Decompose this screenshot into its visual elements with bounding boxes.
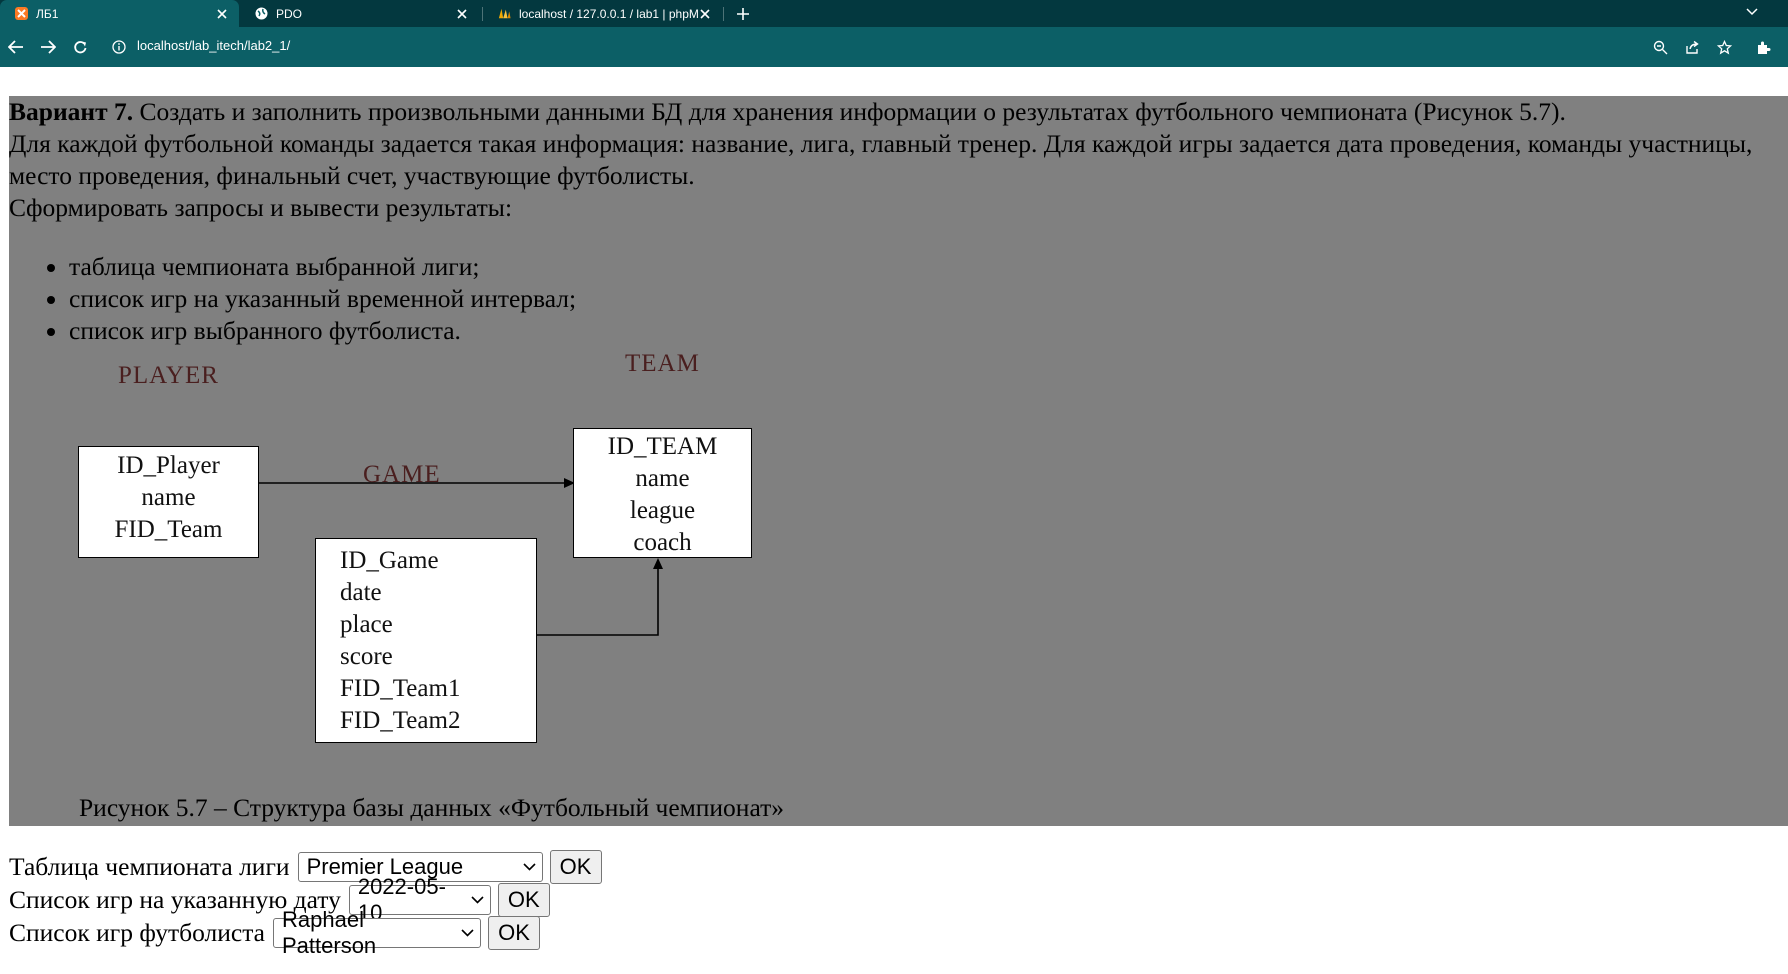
figure-caption: Рисунок 5.7 – Структура базы данных «Фут… (79, 793, 785, 822)
arrowhead-icon (653, 558, 663, 569)
entity-field: date (340, 579, 382, 606)
page-content: Вариант 7. Создать и заполнить произволь… (0, 67, 1788, 974)
player-form: Список игр футболиста Raphael Patterson … (9, 907, 540, 958)
tab-strip: ЛБ1 PDO localhost / 127.0.0.1 / lab1 | p… (0, 0, 1788, 27)
game-entity-box: ID_Game date place score FID_Team1 FID_T… (315, 538, 537, 743)
new-tab-button[interactable] (734, 5, 752, 23)
player-select[interactable]: Raphael Patterson (273, 907, 481, 958)
chevron-down-icon (453, 929, 474, 937)
tab-title: ЛБ1 (36, 6, 59, 21)
extensions-icon[interactable] (1754, 38, 1772, 56)
tab-pdo[interactable]: PDO (240, 0, 479, 27)
entity-field: FID_Team1 (340, 675, 461, 702)
player-label: Список игр футболиста (9, 918, 265, 947)
team-entity-box: ID_TEAM name league coach (573, 428, 752, 558)
chevron-down-icon (515, 863, 536, 871)
player-select-value: Raphael Patterson (282, 907, 377, 958)
tab-title: PDO (276, 6, 303, 21)
phpmyadmin-icon (498, 7, 511, 20)
entity-field: league (629, 497, 696, 524)
entity-field: ID_TEAM (607, 433, 718, 460)
close-icon[interactable] (215, 7, 229, 21)
league-label: Таблица чемпионата лиги (9, 852, 290, 881)
chevron-down-icon (463, 896, 484, 904)
league-ok-button[interactable]: OK (549, 850, 602, 884)
close-icon[interactable] (698, 7, 712, 21)
share-icon[interactable] (1683, 38, 1701, 56)
browser-toolbar: localhost/lab_itech/lab2_1/ (0, 27, 1788, 67)
entity-field: name (141, 484, 196, 511)
date-ok-button[interactable]: OK (497, 883, 550, 917)
entity-field: name (635, 465, 690, 492)
entity-field: place (340, 611, 393, 638)
entity-field: score (340, 643, 393, 670)
tab-lb1[interactable]: ЛБ1 (0, 0, 239, 27)
player-entity-box: ID_Player name FID_Team (78, 446, 259, 558)
tab-title: localhost / 127.0.0.1 / lab1 | phpM (519, 6, 698, 21)
globe-icon (255, 7, 268, 20)
entity-field: coach (633, 529, 692, 556)
game-team-connector (536, 568, 659, 636)
forward-arrow-icon[interactable] (38, 37, 58, 57)
entity-field: ID_Game (340, 547, 439, 574)
tab-phpmyadmin[interactable]: localhost / 127.0.0.1 / lab1 | phpM (483, 0, 722, 27)
date-form: Список игр на указанную дату 2022-05-10 … (9, 874, 550, 925)
team-entity-title: TEAM (625, 350, 700, 377)
player-entity-title: PLAYER (118, 362, 219, 389)
info-icon[interactable] (112, 40, 126, 54)
task-description: Вариант 7. Создать и заполнить произволь… (9, 96, 1788, 826)
chevron-down-icon[interactable] (1743, 3, 1761, 21)
xampp-icon (15, 7, 28, 20)
entity-field: FID_Team (114, 516, 223, 543)
tab-separator (723, 7, 724, 21)
reload-icon[interactable] (70, 37, 90, 57)
bookmark-star-icon[interactable] (1715, 38, 1733, 56)
back-arrow-icon[interactable] (6, 37, 26, 57)
zoom-icon[interactable] (1651, 38, 1669, 56)
address-bar-url[interactable]: localhost/lab_itech/lab2_1/ (137, 38, 290, 53)
entity-field: ID_Player (117, 452, 220, 479)
player-ok-button[interactable]: OK (488, 916, 540, 950)
entity-field: FID_Team2 (340, 707, 461, 734)
close-icon[interactable] (455, 7, 469, 21)
league-form: Таблица чемпионата лиги Premier League O… (9, 850, 602, 884)
game-entity-title: GAME (363, 461, 441, 488)
